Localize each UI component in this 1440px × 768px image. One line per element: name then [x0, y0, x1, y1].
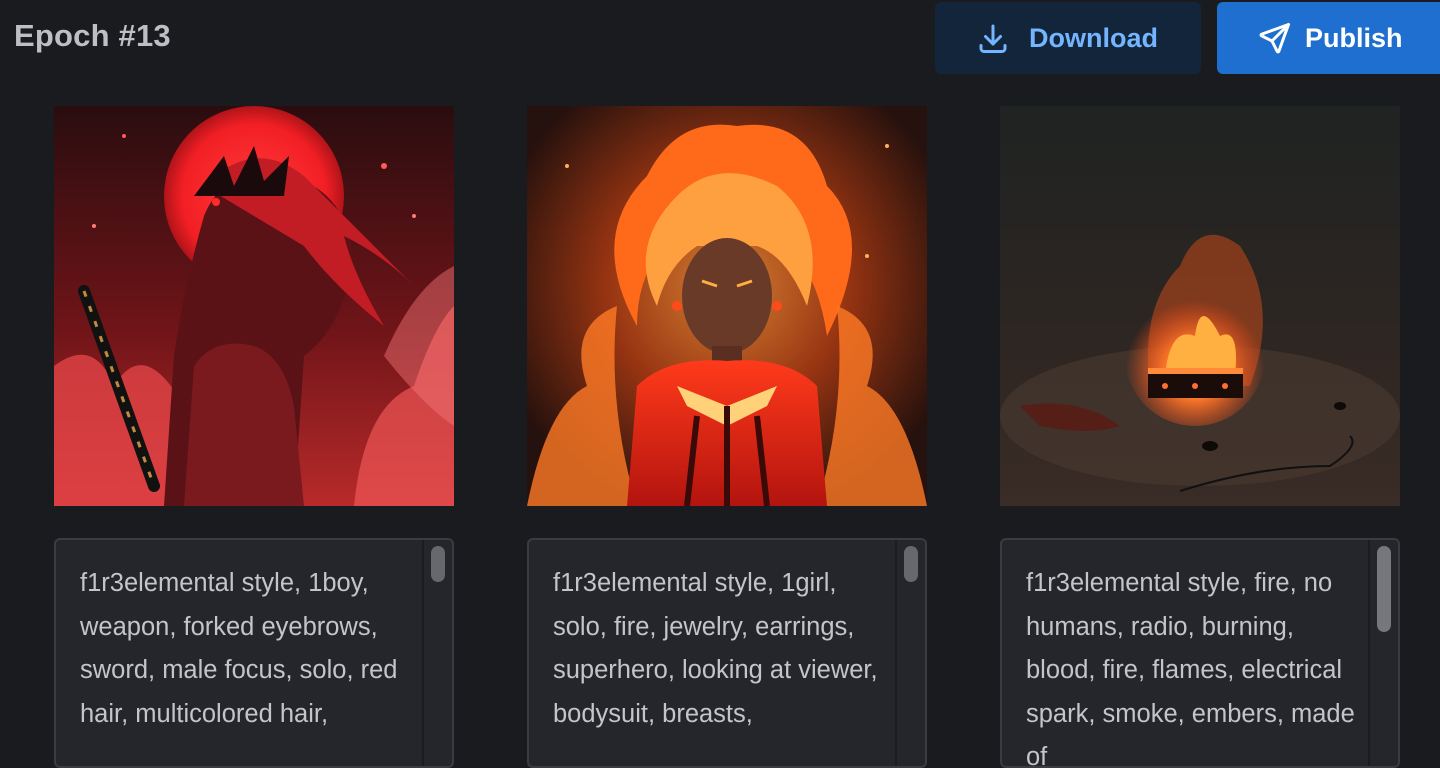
result-card: f1r3elemental style, fire, no humans, ra… [1000, 106, 1400, 768]
generated-image-samurai[interactable] [54, 106, 454, 506]
download-icon [975, 20, 1011, 56]
caption-text[interactable]: f1r3elemental style, 1boy, weapon, forke… [80, 562, 410, 736]
scrollbar-thumb[interactable] [1377, 546, 1391, 632]
caption-text[interactable]: f1r3elemental style, fire, no humans, ra… [1026, 562, 1356, 766]
generated-image-fire-girl[interactable] [527, 106, 927, 506]
download-button[interactable]: Download [935, 2, 1201, 74]
scrollbar-thumb[interactable] [431, 546, 445, 582]
download-label: Download [1029, 22, 1158, 53]
generated-image-burning-radio[interactable] [1000, 106, 1400, 506]
send-icon [1257, 20, 1293, 56]
result-card: f1r3elemental style, 1girl, solo, fire, … [527, 106, 927, 768]
scrollbar[interactable] [422, 540, 452, 766]
result-card: f1r3elemental style, 1boy, weapon, forke… [54, 106, 454, 768]
scrollbar-thumb[interactable] [904, 546, 918, 582]
caption-text[interactable]: f1r3elemental style, 1girl, solo, fire, … [553, 562, 883, 736]
caption-box[interactable]: f1r3elemental style, 1girl, solo, fire, … [527, 538, 927, 768]
page: Epoch #13 Download Publish f1r3elemental… [0, 0, 1440, 768]
page-title: Epoch #13 [14, 18, 171, 53]
caption-box[interactable]: f1r3elemental style, 1boy, weapon, forke… [54, 538, 454, 768]
publish-button[interactable]: Publish [1217, 2, 1440, 74]
scrollbar[interactable] [895, 540, 925, 766]
publish-label: Publish [1305, 22, 1403, 53]
header: Epoch #13 Download Publish [0, 0, 1440, 76]
scrollbar[interactable] [1368, 540, 1398, 766]
caption-box[interactable]: f1r3elemental style, fire, no humans, ra… [1000, 538, 1400, 768]
